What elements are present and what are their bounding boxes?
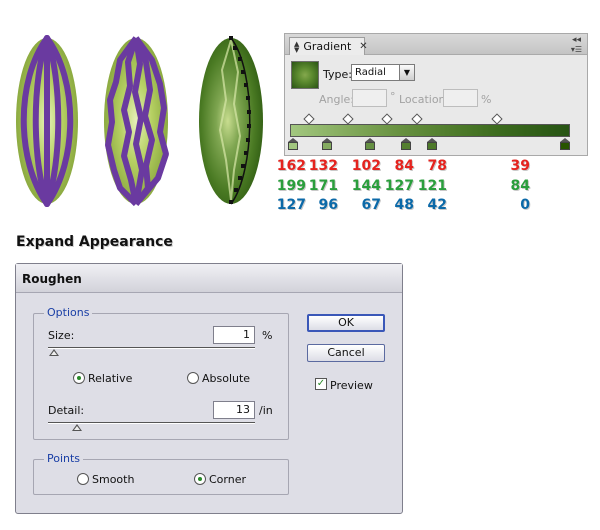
corner-label[interactable]: Corner — [209, 473, 246, 486]
detail-field[interactable]: 13 — [213, 401, 255, 419]
blue-value: 67 — [361, 197, 381, 213]
green-value: 199 — [276, 178, 306, 194]
size-label: Size: — [48, 329, 75, 342]
size-slider-thumb[interactable] — [49, 349, 59, 356]
detail-slider-thumb[interactable] — [72, 424, 82, 431]
red-value: 132 — [308, 158, 338, 174]
green-value: 121 — [417, 178, 447, 194]
red-value: 39 — [510, 158, 530, 174]
smooth-radio[interactable] — [77, 473, 89, 485]
detail-unit: /in — [259, 404, 273, 417]
blue-value: 96 — [318, 197, 338, 213]
blue-value: 127 — [276, 197, 306, 213]
blue-value: 0 — [520, 197, 530, 213]
section-heading: Expand Appearance — [16, 234, 173, 250]
points-legend: Points — [44, 452, 84, 465]
green-value: 171 — [308, 178, 338, 194]
green-value: 144 — [351, 178, 381, 194]
blue-value: 42 — [427, 197, 447, 213]
size-slider-track[interactable] — [48, 347, 255, 349]
red-value: 102 — [351, 158, 381, 174]
size-field[interactable]: 1 — [213, 326, 255, 344]
preview-label[interactable]: Preview — [330, 379, 373, 392]
relative-radio[interactable] — [73, 372, 85, 384]
points-group: Points Smooth Corner — [33, 452, 289, 495]
blue-value: 48 — [394, 197, 414, 213]
red-value: 162 — [276, 158, 306, 174]
green-value: 84 — [510, 178, 530, 194]
detail-label: Detail: — [48, 404, 85, 417]
relative-label[interactable]: Relative — [88, 372, 132, 385]
roughen-dialog: Roughen Options Size: 1 % Relative Absol… — [15, 263, 403, 514]
red-value: 84 — [394, 158, 414, 174]
options-group: Options Size: 1 % Relative Absolute Deta… — [33, 306, 289, 440]
preview-checkbox[interactable]: ✓ — [315, 378, 327, 390]
red-value: 78 — [427, 158, 447, 174]
detail-value: 13 — [236, 403, 250, 416]
absolute-radio[interactable] — [187, 372, 199, 384]
size-value: 1 — [243, 328, 250, 341]
cancel-button[interactable]: Cancel — [307, 344, 385, 362]
size-unit: % — [262, 329, 273, 342]
ok-button[interactable]: OK — [307, 314, 385, 332]
corner-radio[interactable] — [194, 473, 206, 485]
dialog-title: Roughen — [16, 264, 402, 293]
rgb-values: 162 132 102 84 78 39 199 171 144 127 121… — [0, 0, 600, 220]
absolute-label[interactable]: Absolute — [202, 372, 250, 385]
options-legend: Options — [44, 306, 93, 319]
green-value: 127 — [384, 178, 414, 194]
smooth-label[interactable]: Smooth — [92, 473, 134, 486]
